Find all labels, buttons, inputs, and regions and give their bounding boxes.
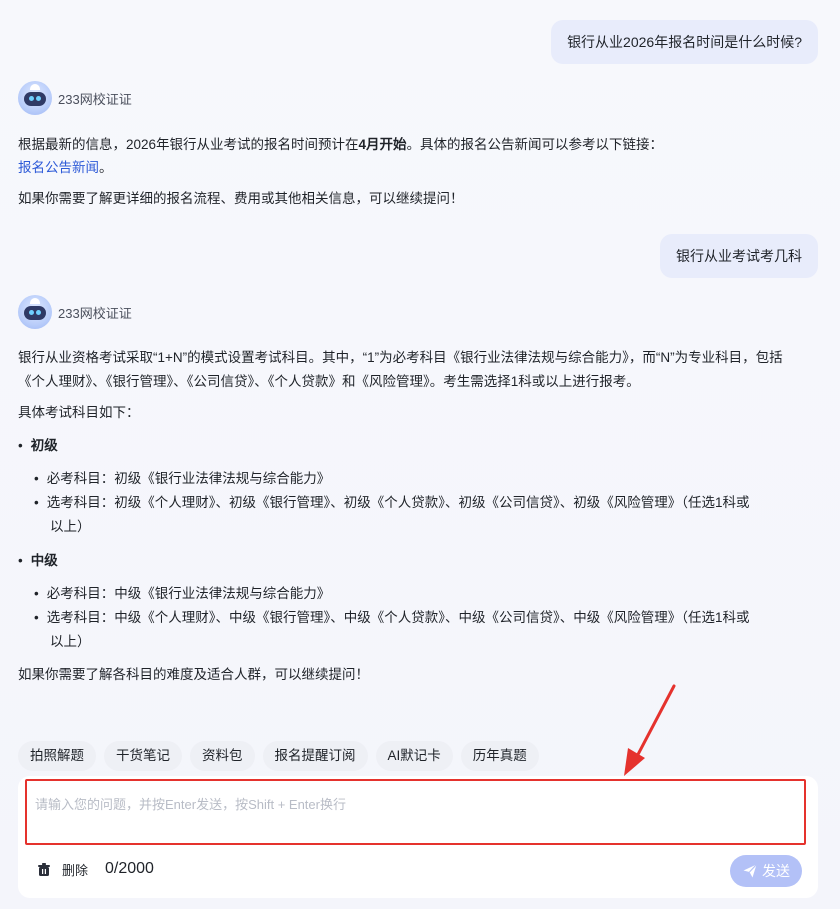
send-button[interactable]: 发送 xyxy=(730,855,802,887)
composer: 删除 0/2000 发送 xyxy=(18,776,818,898)
bot-header: 233网校证证 xyxy=(18,295,132,329)
clear-button-label: 删除 xyxy=(62,863,89,878)
list-item-text: 选考科目：初级《个人理财》、初级《银行管理》、初级《个人贷款》、初级《公司信贷》… xyxy=(46,495,750,510)
answer-text: 根据最新的信息，2026年银行从业考试的报名时间预计在 xyxy=(18,137,359,152)
quick-action-materials[interactable]: 资料包 xyxy=(190,741,255,771)
user-message: 银行从业考试考几科 xyxy=(660,234,818,278)
quick-actions: 拍照解题 干货笔记 资料包 报名提醒订阅 AI默记卡 历年真题 xyxy=(18,741,539,771)
quick-action-notes[interactable]: 干货笔记 xyxy=(104,741,182,771)
bot-avatar xyxy=(18,81,52,115)
answer-text: 。具体的报名公告新闻可以参考以下链接： xyxy=(406,137,664,152)
list-item: • 必考科目：中级《银行业法律法规与综合能力》 xyxy=(34,586,331,601)
chat-area: 银行从业2026年报名时间是什么时候? 233网校证证 根据最新的信息，2026… xyxy=(0,0,840,735)
list-item-text: 以上） xyxy=(50,519,91,534)
user-message: 银行从业2026年报名时间是什么时候? xyxy=(551,20,818,64)
char-counter: 0/2000 xyxy=(105,860,154,877)
list-item: • 选考科目：初级《个人理财》、初级《银行管理》、初级《个人贷款》、初级《公司信贷… xyxy=(34,495,750,510)
quick-action-reminder[interactable]: 报名提醒订阅 xyxy=(262,741,368,771)
level-name: 初级 xyxy=(30,438,58,453)
level-heading: • 初级 xyxy=(18,438,58,453)
list-item-text: 选考科目：中级《个人理财》、中级《银行管理》、中级《个人贷款》、中级《公司信贷》… xyxy=(46,610,750,625)
bot-answer: 银行从业资格考试采取“1+N”的模式设置考试科目。其中，“1”为必考科目《银行业… xyxy=(18,346,818,696)
clear-button[interactable]: 删除 xyxy=(36,860,88,879)
question-input-wrapper xyxy=(25,779,806,845)
answer-text: 《个人理财》、《银行管理》、《公司信贷》、《个人贷款》和《风险管理》。考生需选择… xyxy=(18,374,640,389)
bot-answer: 根据最新的信息，2026年银行从业考试的报名时间预计在4月开始。具体的报名公告新… xyxy=(18,133,818,210)
list-item: • 选考科目：中级《个人理财》、中级《银行管理》、中级《个人贷款》、中级《公司信贷… xyxy=(34,610,750,625)
user-message-text: 银行从业2026年报名时间是什么时候? xyxy=(567,34,802,50)
question-input[interactable] xyxy=(35,797,796,812)
list-item-text: 以上） xyxy=(50,634,91,649)
answer-paragraph: 如果你需要了解更详细的报名流程、费用或其他相关信息，可以继续提问！ xyxy=(18,191,464,206)
answer-link-line: 报名公告新闻。 xyxy=(18,156,818,179)
send-button-label: 发送 xyxy=(762,863,790,879)
quick-action-photo-solve[interactable]: 拍照解题 xyxy=(18,741,96,771)
announcement-link[interactable]: 报名公告新闻 xyxy=(18,160,99,175)
list-item: • 必考科目：初级《银行业法律法规与综合能力》 xyxy=(34,471,331,486)
level-name: 中级 xyxy=(30,553,58,568)
quick-action-past-exams[interactable]: 历年真题 xyxy=(460,741,539,771)
trash-icon xyxy=(38,862,50,876)
bot-header: 233网校证证 xyxy=(18,81,132,115)
quick-action-flashcards[interactable]: AI默记卡 xyxy=(375,741,453,771)
user-message-text: 银行从业考试考几科 xyxy=(676,248,802,264)
answer-text: 具体考试科目如下： xyxy=(18,405,140,420)
answer-text: 如果你需要了解各科目的难度及适合人群，可以继续提问！ xyxy=(18,667,369,682)
level-heading: • 中级 xyxy=(18,553,58,568)
answer-text: 银行从业资格考试采取“1+N”的模式设置考试科目。其中，“1”为必考科目《银行业… xyxy=(18,350,783,365)
list-item-text: 必考科目：中级《银行业法律法规与综合能力》 xyxy=(46,586,331,601)
answer-text: 。 xyxy=(99,160,113,175)
bot-name: 233网校证证 xyxy=(58,91,132,107)
list-item-text: 必考科目：初级《银行业法律法规与综合能力》 xyxy=(46,471,331,486)
bot-avatar xyxy=(18,295,52,329)
answer-paragraph: 根据最新的信息，2026年银行从业考试的报名时间预计在4月开始。具体的报名公告新… xyxy=(18,133,818,156)
answer-bold-text: 4月开始 xyxy=(358,137,407,152)
bot-name: 233网校证证 xyxy=(58,305,132,321)
send-icon xyxy=(743,864,757,878)
